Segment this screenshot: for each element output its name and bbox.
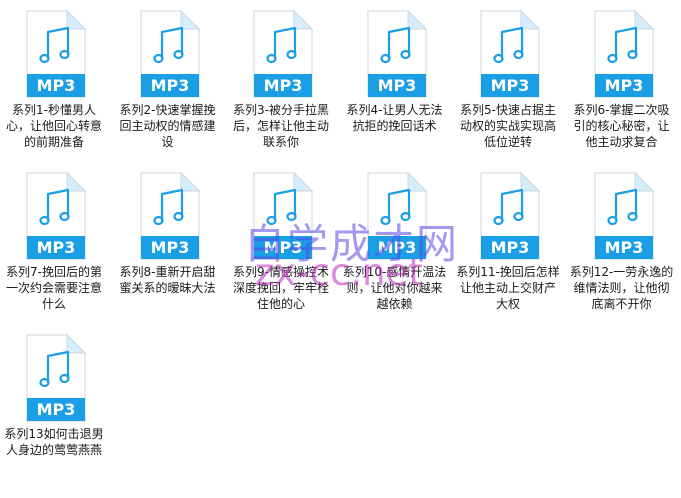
svg-text:MP3: MP3 bbox=[491, 76, 530, 95]
mp3-file-icon: MP3 bbox=[140, 172, 200, 260]
svg-text:MP3: MP3 bbox=[377, 76, 416, 95]
file-name-label: 系列10-感情升温法则，让他对你越来越依赖 bbox=[342, 265, 447, 311]
mp3-file[interactable]: MP3 系列3-被分手拉黑后，怎样让他主动联系你 bbox=[231, 4, 331, 168]
svg-text:MP3: MP3 bbox=[604, 76, 643, 95]
mp3-file[interactable]: MP3 系列2-快速掌握挽回主动权的情感建设 bbox=[118, 4, 218, 168]
file-name-label: 系列8-重新开启甜蜜关系的暧昧大法 bbox=[119, 265, 216, 295]
file-grid: MP3 系列1-秒懂男人心，让他回心转意的前期准备 MP3 系列2-快速掌握挽回主动权… bbox=[0, 0, 681, 498]
mp3-file[interactable]: MP3 系列13如何击退男人身边的莺莺燕燕 bbox=[4, 328, 104, 492]
mp3-file-icon: MP3 bbox=[253, 10, 313, 98]
mp3-file[interactable]: MP3 系列11-挽回后怎样让他主动上交财产大权 bbox=[456, 166, 560, 330]
svg-text:MP3: MP3 bbox=[377, 238, 416, 257]
file-name-label: 系列7-挽回后的第一次约会需要注意什么 bbox=[5, 265, 102, 311]
mp3-file-icon: MP3 bbox=[26, 172, 86, 260]
mp3-file-icon: MP3 bbox=[26, 10, 86, 98]
mp3-file[interactable]: MP3 系列5-快速占据主动权的实战实现高低位逆转 bbox=[458, 4, 558, 168]
file-name-label: 系列4-让男人无法抗拒的挽回话术 bbox=[346, 103, 443, 133]
mp3-file[interactable]: MP3 系列6-掌握二次吸引的核心秘密，让他主动求复合 bbox=[572, 4, 672, 168]
mp3-file-icon: MP3 bbox=[594, 10, 654, 98]
file-name-label: 系列13如何击退男人身边的莺莺燕燕 bbox=[4, 427, 104, 457]
file-name-label: 系列5-快速占据主动权的实战实现高低位逆转 bbox=[459, 103, 556, 149]
svg-text:MP3: MP3 bbox=[150, 238, 189, 257]
mp3-file[interactable]: MP3 系列1-秒懂男人心，让他回心转意的前期准备 bbox=[4, 4, 104, 168]
svg-text:MP3: MP3 bbox=[37, 238, 76, 257]
mp3-file[interactable]: MP3 系列12-一劳永逸的维情法则，让他彻底离不开你 bbox=[569, 166, 674, 330]
mp3-file-icon: MP3 bbox=[594, 172, 654, 260]
svg-text:MP3: MP3 bbox=[264, 76, 303, 95]
file-name-label: 系列11-挽回后怎样让他主动上交财产大权 bbox=[456, 265, 560, 311]
mp3-file-icon: MP3 bbox=[367, 10, 427, 98]
mp3-file-icon: MP3 bbox=[367, 172, 427, 260]
file-name-label: 系列3-被分手拉黑后，怎样让他主动联系你 bbox=[232, 103, 329, 149]
mp3-file-icon: MP3 bbox=[480, 10, 540, 98]
file-name-label: 系列9-情感操控术深度挽回，牢牢栓住他的心 bbox=[232, 265, 329, 311]
file-name-label: 系列2-快速掌握挽回主动权的情感建设 bbox=[119, 103, 216, 149]
mp3-file-icon: MP3 bbox=[26, 334, 86, 422]
mp3-file-icon: MP3 bbox=[480, 172, 540, 260]
mp3-file[interactable]: MP3 系列7-挽回后的第一次约会需要注意什么 bbox=[4, 166, 104, 330]
mp3-file[interactable]: MP3 系列9-情感操控术深度挽回，牢牢栓住他的心 bbox=[231, 166, 331, 330]
mp3-file-icon: MP3 bbox=[140, 10, 200, 98]
file-name-label: 系列12-一劳永逸的维情法则，让他彻底离不开你 bbox=[569, 265, 674, 311]
mp3-file[interactable]: MP3 系列10-感情升温法则，让他对你越来越依赖 bbox=[342, 166, 447, 330]
mp3-file[interactable]: MP3 系列8-重新开启甜蜜关系的暧昧大法 bbox=[118, 166, 218, 330]
svg-text:MP3: MP3 bbox=[491, 238, 530, 257]
svg-text:MP3: MP3 bbox=[37, 76, 76, 95]
svg-text:MP3: MP3 bbox=[150, 76, 189, 95]
svg-text:MP3: MP3 bbox=[264, 238, 303, 257]
mp3-file[interactable]: MP3 系列4-让男人无法抗拒的挽回话术 bbox=[345, 4, 445, 168]
mp3-file-icon: MP3 bbox=[253, 172, 313, 260]
svg-text:MP3: MP3 bbox=[37, 400, 76, 419]
file-name-label: 系列1-秒懂男人心，让他回心转意的前期准备 bbox=[5, 103, 102, 149]
file-name-label: 系列6-掌握二次吸引的核心秘密，让他主动求复合 bbox=[573, 103, 670, 149]
svg-text:MP3: MP3 bbox=[604, 238, 643, 257]
